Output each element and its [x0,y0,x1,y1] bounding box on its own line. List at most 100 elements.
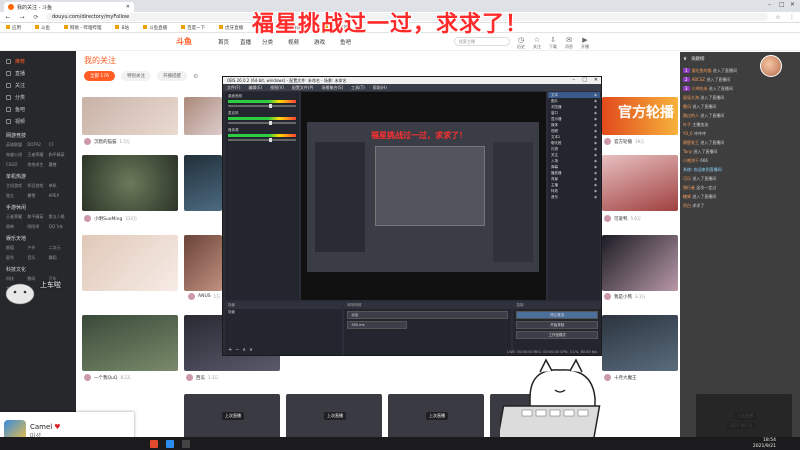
stream-thumbnail[interactable] [602,155,678,211]
browser-taskbar-icon[interactable] [166,439,174,448]
stream-thumbnail[interactable] [184,155,222,211]
nav-live[interactable]: 直播 [240,38,251,46]
stream-thumbnail[interactable] [82,155,178,211]
start-recording-button[interactable]: 开始录制 [516,321,599,329]
sidebar-game-link[interactable]: 独立 [6,193,27,199]
sidebar-game-link[interactable]: 舞蹈 [49,255,70,261]
sidebar-game-link[interactable]: CF [49,142,70,148]
minimize-window-button[interactable]: – [768,1,771,8]
obs-maximize-button[interactable]: □ [582,77,587,84]
stream-thumbnail[interactable] [82,315,178,371]
sidebar-game-link[interactable]: 王者荣耀 [6,214,27,220]
stop-streaming-button[interactable]: 停止推流 [516,311,599,319]
sidebar-item-follow[interactable]: 关注 [0,79,76,91]
filter-special[interactable]: 特别关注 [121,71,152,81]
sidebar-game-link[interactable]: 原神 [6,224,27,230]
sidebar-item-category[interactable]: 分类 [0,91,76,103]
back-icon[interactable]: ← [4,14,12,21]
filter-remind[interactable]: 开播提醒 [157,71,188,81]
sidebar-game-link[interactable]: 单机 [49,183,70,189]
volume-slider[interactable] [228,121,296,125]
transition-select[interactable]: 淡出 [347,311,509,319]
sidebar-game-link[interactable]: 王者荣耀 [27,152,48,158]
sidebar-item-live[interactable]: 直播 [0,67,76,79]
sidebar-game-link[interactable]: 怀旧游戏 [27,183,48,189]
transition-duration-input[interactable]: 300 ms [347,321,408,329]
stream-thumbnail-official[interactable]: 官方轮播 [602,97,678,135]
eye-icon[interactable]: ◉ [594,194,597,200]
sidebar-game-link[interactable]: 音乐 [27,255,48,261]
stream-card-meta[interactable]: 官方轮播 19万 [604,138,644,145]
sidebar-game-link[interactable]: 颜值 [6,245,27,251]
browser-tab[interactable]: 我的关注 - 斗鱼 ✕ [4,2,134,12]
stream-thumbnail[interactable] [82,97,178,135]
sidebar-game-link[interactable]: 二次元 [49,245,70,251]
source-row[interactable]: 音乐 ◉ [548,194,600,200]
search-input[interactable]: 搜索主播 [454,37,510,46]
forward-icon[interactable]: → [18,14,26,21]
add-icon[interactable]: + [228,347,232,353]
bookmark-item[interactable]: 百度一下 [181,25,205,31]
close-tab-icon[interactable]: ✕ [126,4,130,10]
sidebar-game-link[interactable]: 户外 [27,245,48,251]
filter-all[interactable]: 全部 176 [84,71,116,81]
obs-taskbar-icon[interactable] [150,439,158,448]
sidebar-game-link[interactable]: APEX [49,193,70,199]
stream-card-meta[interactable]: ANUS 1万 [188,293,220,300]
obs-menu-profile[interactable]: 配置文件(P) [292,84,314,91]
bookmark-item[interactable]: 网易 - 哔哩哔哩 [64,25,101,31]
nav-yuba[interactable]: 鱼吧 [340,38,351,46]
bookmark-item[interactable]: B站 [115,25,129,31]
sidebar-item-yuba[interactable]: 鱼吧 [0,103,76,115]
obs-menu-edit[interactable]: 编辑(E) [248,84,262,91]
bookmark-item[interactable]: 虎牙直播 [219,25,243,31]
sidebar-game-link[interactable]: DOTA2 [27,142,48,148]
obs-menu-file[interactable]: 文件(F) [227,84,240,91]
message-button[interactable]: ✉ 消息 [562,36,576,50]
obs-preview-canvas[interactable]: 福星挑战过一过，求求了！ [301,92,546,300]
sidebar-game-link[interactable]: 主机游戏 [6,183,27,189]
stream-card-meta[interactable]: 一个我QuQ 8.2万 [84,374,131,381]
bookmark-item[interactable]: 斗鱼直播 [143,25,167,31]
obs-menu-help[interactable]: 帮助(H) [373,84,387,91]
sidebar-game-link[interactable]: QQ飞车 [49,224,70,230]
stream-card-meta[interactable]: 我是小熊 3.1万 [604,293,645,300]
nav-video[interactable]: 视频 [288,38,299,46]
sidebar-game-link[interactable]: 第五人格 [49,214,70,220]
sidebar-game-link[interactable]: 穿越火线 [6,152,27,158]
sidebar-game-link[interactable]: 阴阳师 [27,224,48,230]
sidebar-game-link[interactable]: 暴雪 [27,193,48,199]
history-button[interactable]: ◷ 历史 [514,36,528,50]
stream-thumbnail[interactable] [82,235,178,291]
sidebar-game-link[interactable]: 绝地求生 [27,162,48,168]
stream-card-meta[interactable]: 小明SuoMing 214万 [84,215,137,222]
heart-icon[interactable]: ♥ [54,423,60,431]
obs-menu-scenes[interactable]: 场景集合(S) [321,84,343,91]
stream-thumbnail[interactable] [184,97,222,135]
obs-close-button[interactable]: ✕ [594,77,598,84]
volume-slider[interactable] [228,104,296,108]
download-button[interactable]: ⇩ 下载 [546,36,560,50]
obs-menu-view[interactable]: 视图(V) [270,84,284,91]
sidebar-game-link[interactable]: 和平精英 [27,214,48,220]
nav-category[interactable]: 分类 [262,38,273,46]
menu-icon[interactable]: ⋮ [788,14,796,21]
scene-item[interactable]: 场景 [225,309,342,316]
stream-card-meta[interactable]: 西瓜 3.3万 [186,374,218,381]
sidebar-game-link[interactable]: 魔兽 [49,162,70,168]
stream-thumbnail[interactable] [602,235,678,291]
sidebar-item-recommend[interactable]: 推荐 [0,55,76,67]
steam-taskbar-icon[interactable] [182,439,190,448]
maximize-window-button[interactable]: □ [779,1,785,8]
bookmark-item[interactable]: 斗鱼 [35,25,50,31]
sidebar-game-link[interactable]: 星秀 [6,255,27,261]
obs-menu-tools[interactable]: 工具(T) [351,84,365,91]
bookmark-item[interactable]: 应用 [6,25,21,31]
stream-card-meta[interactable]: 可爱鸭 5.6万 [604,215,641,222]
nav-game[interactable]: 游戏 [314,38,325,46]
sidebar-game-link[interactable]: 英雄联盟 [6,142,27,148]
remove-icon[interactable]: − [235,347,239,353]
reload-icon[interactable]: ⟳ [32,14,40,21]
sidebar-item-video[interactable]: 视频 [0,115,76,127]
settings-gear-icon[interactable]: ⚙ [193,73,198,80]
